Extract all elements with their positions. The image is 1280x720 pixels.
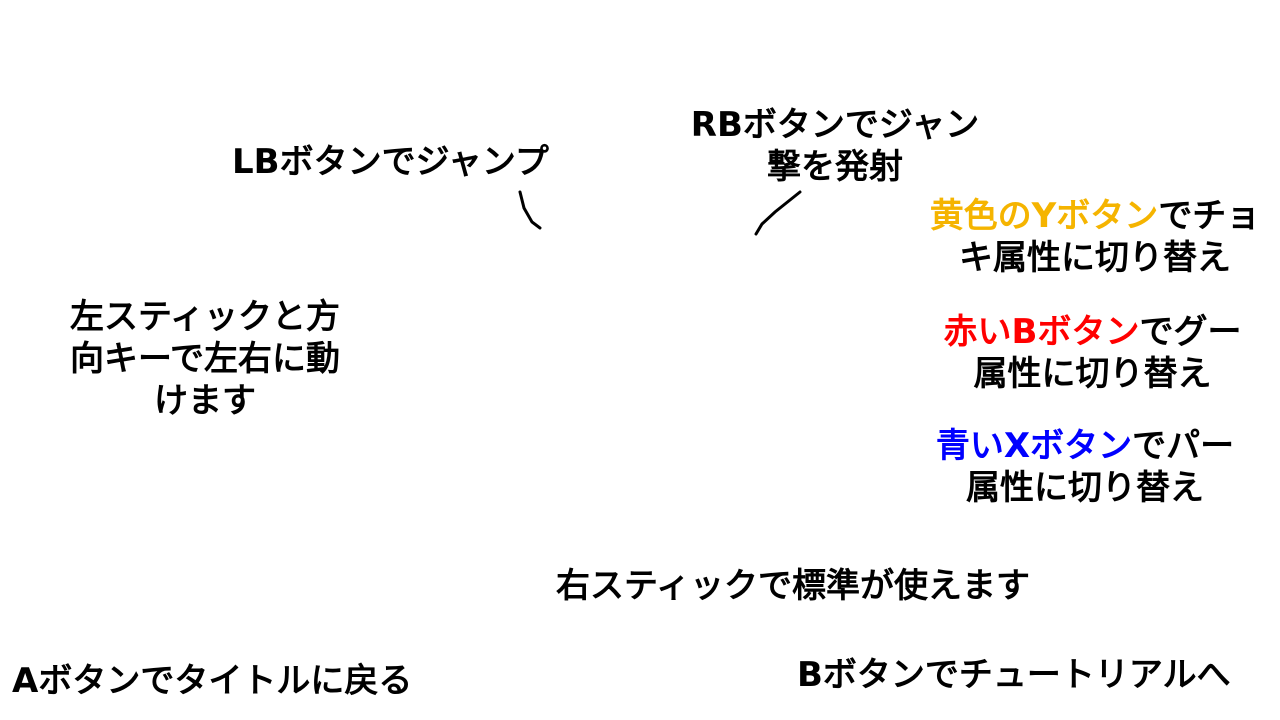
y-button-label: 黄色のYボタン	[929, 196, 1159, 236]
y-attribute-line2: キ属性に切り替え	[959, 238, 1231, 278]
a-button-title-text: Aボタンでタイトルに戻る	[12, 661, 413, 701]
a-button-title-hint: Aボタンでタイトルに戻る	[12, 660, 412, 702]
b-attribute-line2: 属性に切り替え	[973, 354, 1212, 394]
rb-fire-line1: RBボタンでジャン	[690, 105, 980, 145]
b-button-tutorial-hint: Bボタンでチュートリアルへ	[797, 654, 1231, 696]
y-attribute-line1: 黄色のYボタンでチョ	[910, 195, 1280, 237]
b-attribute-hint: 赤いBボタンでグー 属性に切り替え	[915, 311, 1270, 395]
left-stick-hint: 左スティックと方 向キーで左右に動 けます	[55, 296, 355, 422]
rb-fire-line2: 撃を発射	[767, 147, 903, 187]
b-red-button-label: 赤いBボタン	[943, 312, 1140, 352]
left-stick-line1: 左スティックと方	[70, 297, 340, 337]
x-attribute-rest: でパー	[1132, 426, 1235, 466]
b-attribute-rest: でグー	[1139, 312, 1242, 352]
b-attribute-line1: 赤いBボタンでグー	[915, 311, 1270, 353]
right-stick-hint: 右スティックで標準が使えます	[556, 565, 1030, 607]
y-attribute-hint: 黄色のYボタンでチョ キ属性に切り替え	[910, 195, 1280, 279]
x-attribute-line2: 属性に切り替え	[966, 468, 1204, 508]
right-stick-text: 右スティックで標準が使えます	[556, 566, 1030, 606]
y-attribute-rest: でチョ	[1158, 196, 1261, 236]
left-stick-line2: 向キーで左右に動	[70, 339, 340, 379]
left-stick-line3: けます	[154, 381, 256, 421]
lb-pointer-stroke	[518, 190, 542, 230]
x-button-label: 青いXボタン	[935, 426, 1133, 466]
rb-fire-hint: RBボタンでジャン 撃を発射	[680, 104, 990, 188]
b-button-tutorial-text: Bボタンでチュートリアルへ	[797, 655, 1231, 695]
lb-jump-hint: LBボタンでジャンプ	[232, 141, 549, 183]
rb-pointer-stroke	[754, 190, 802, 236]
x-attribute-line1: 青いXボタンでパー	[905, 425, 1265, 467]
x-attribute-hint: 青いXボタンでパー 属性に切り替え	[905, 425, 1265, 509]
lb-jump-text: LBボタンでジャンプ	[232, 142, 549, 182]
